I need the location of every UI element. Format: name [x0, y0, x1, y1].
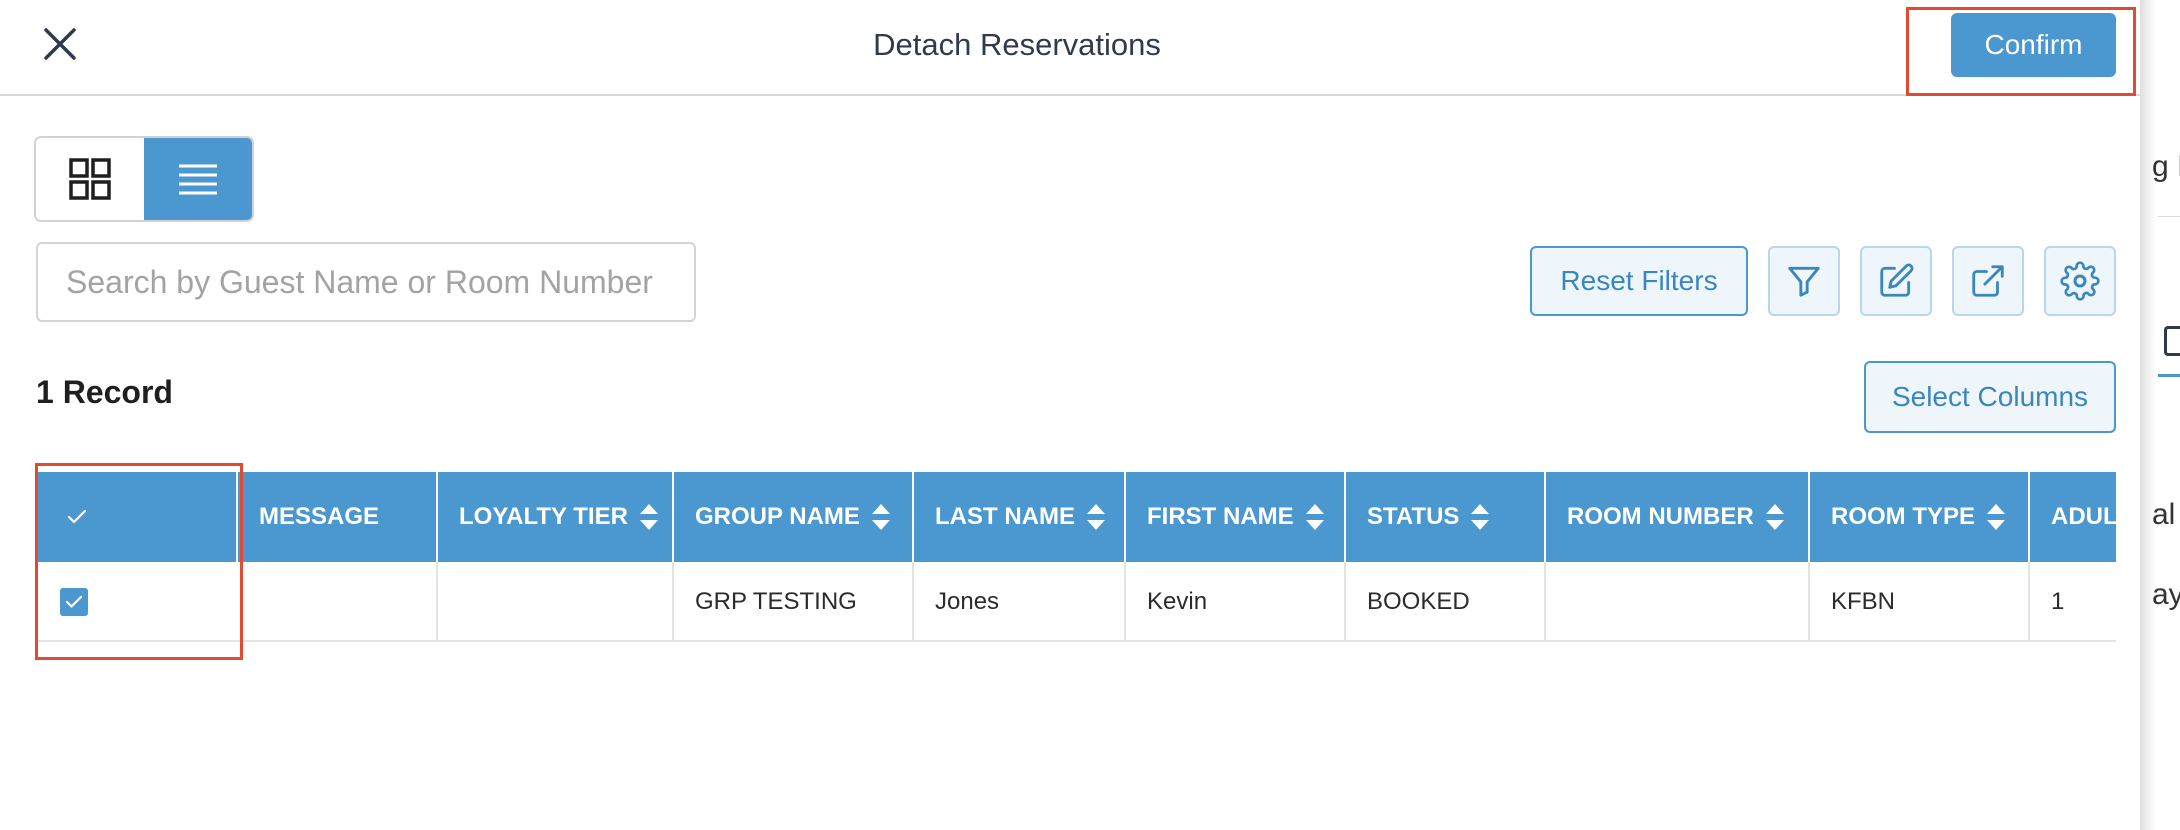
- filter-icon: [1788, 266, 1820, 297]
- cell-first-name: Kevin: [1126, 562, 1346, 642]
- cell-group-name: GRP TESTING: [674, 562, 914, 642]
- view-toggle: [34, 136, 254, 222]
- reset-filters-button[interactable]: Reset Filters: [1530, 246, 1748, 316]
- screen: g I al ay Detach Reservations Confirm: [0, 0, 2180, 830]
- cell-adults: 1: [2051, 588, 2065, 615]
- grid-icon: [69, 158, 111, 200]
- sort-icon[interactable]: [1087, 504, 1105, 530]
- settings-button[interactable]: [2044, 246, 2116, 316]
- list-icon: [179, 164, 217, 195]
- column-header-group-name[interactable]: GROUP NAME: [674, 472, 914, 562]
- sort-icon[interactable]: [871, 504, 890, 530]
- background-checkbox-fragment: [2164, 326, 2180, 356]
- reservations-table: MESSAGE LOYALTY TIER GROUP NAME LAST NAM…: [38, 472, 2116, 644]
- column-header-label: LAST NAME: [935, 503, 1075, 530]
- modal-title: Detach Reservations: [873, 27, 1161, 62]
- detach-reservations-modal: Detach Reservations Confirm Search by Gu…: [0, 0, 2140, 830]
- export-button[interactable]: [1952, 246, 2024, 316]
- sort-icon[interactable]: [1305, 504, 1324, 530]
- row-checkbox[interactable]: [60, 588, 88, 616]
- column-header-last-name[interactable]: LAST NAME: [914, 472, 1126, 562]
- confirm-button[interactable]: Confirm: [1951, 13, 2116, 77]
- table-row[interactable]: GRP TESTING Jones Kevin BOOKED KFBN 1: [38, 562, 2116, 642]
- background-divider: [2158, 216, 2180, 217]
- column-header-label: STATUS: [1367, 503, 1460, 530]
- column-header-label: GROUP NAME: [695, 503, 860, 530]
- list-view-button[interactable]: [144, 138, 252, 220]
- cell-last-name: Jones: [914, 562, 1126, 642]
- checkmark-icon: [67, 509, 87, 524]
- cell-loyalty-tier: [438, 562, 674, 642]
- select-all-header[interactable]: [38, 472, 238, 562]
- export-icon: [1972, 265, 2004, 297]
- sort-icon[interactable]: [1987, 504, 2006, 530]
- background-tab-indicator: [2158, 374, 2180, 377]
- column-header-status[interactable]: STATUS: [1346, 472, 1546, 562]
- table-header-row: MESSAGE LOYALTY TIER GROUP NAME LAST NAM…: [38, 472, 2116, 562]
- background-text-fragment: g I: [2152, 150, 2180, 183]
- sort-icon[interactable]: [639, 504, 658, 530]
- column-header-label: ROOM NUMBER: [1567, 503, 1754, 530]
- grid-view-button[interactable]: [36, 138, 144, 220]
- sort-icon[interactable]: [1471, 504, 1490, 530]
- search-input[interactable]: [36, 242, 696, 322]
- filter-button[interactable]: [1768, 246, 1840, 316]
- column-header-loyalty-tier[interactable]: LOYALTY TIER: [438, 472, 674, 562]
- checkmark-icon: [65, 595, 83, 608]
- column-header-label: MESSAGE: [259, 503, 380, 530]
- sort-icon[interactable]: [1765, 504, 1784, 530]
- row-select-cell: [38, 562, 238, 642]
- modal-header: Detach Reservations Confirm: [0, 0, 2140, 96]
- column-header-label: FIRST NAME: [1147, 503, 1294, 530]
- cell-status: BOOKED: [1346, 562, 1546, 642]
- record-count: 1 Record: [36, 374, 173, 410]
- column-header-label: ROOM TYPE: [1831, 503, 1976, 530]
- background-text-fragment: ay: [2152, 578, 2180, 611]
- settings-icon: [2060, 261, 2100, 301]
- column-header-label: LOYALTY TIER: [459, 503, 628, 530]
- cell-room-type: KFBN: [1810, 562, 2030, 642]
- column-header-room-number[interactable]: ROOM NUMBER: [1546, 472, 1810, 562]
- column-header-message[interactable]: MESSAGE: [238, 472, 438, 562]
- select-columns-button[interactable]: Select Columns: [1864, 361, 2116, 433]
- column-header-label: ADULTS: [2051, 503, 2116, 530]
- cell-room-number: [1546, 562, 1810, 642]
- cell-message: [238, 562, 438, 642]
- edit-icon: [1880, 263, 1914, 297]
- column-header-room-type[interactable]: ROOM TYPE: [1810, 472, 2030, 562]
- column-header-first-name[interactable]: FIRST NAME: [1126, 472, 1346, 562]
- column-header-adults[interactable]: ADULTS: [2030, 472, 2116, 562]
- edit-button[interactable]: [1860, 246, 1932, 316]
